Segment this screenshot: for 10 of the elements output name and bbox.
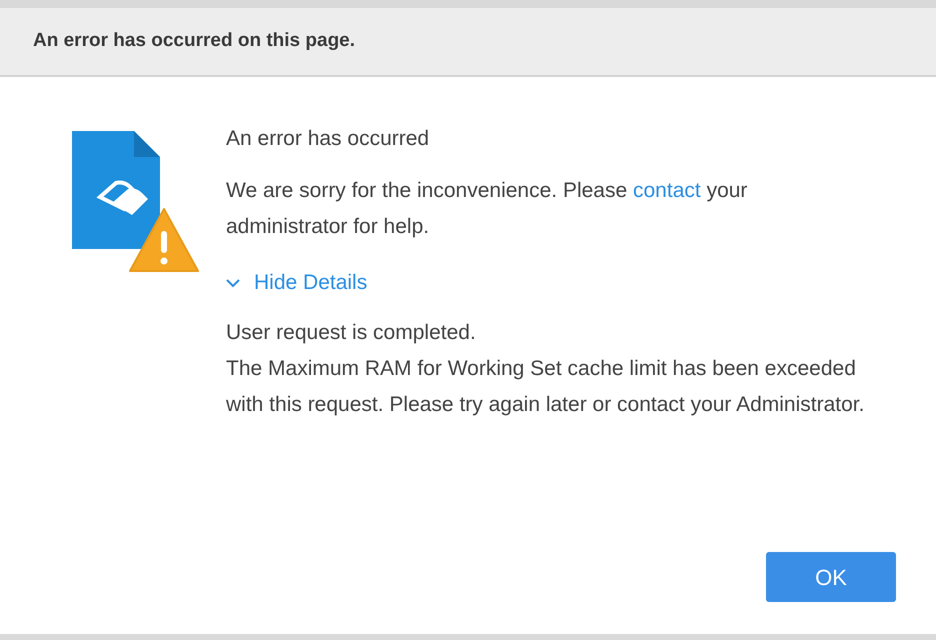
details-toggle[interactable]: Hide Details xyxy=(226,265,368,301)
details-text: User request is completed. xyxy=(226,320,477,346)
error-message: We are sorry for the inconvenience. Please contact your administrator for help. xyxy=(226,178,748,240)
chevron-icon xyxy=(226,278,240,288)
contact-link[interactable]: contact xyxy=(633,179,701,202)
error-heading: An error has occurred xyxy=(226,126,430,152)
dialog-title: An error has occurred on this page. xyxy=(33,29,356,54)
ok-button[interactable]: OK xyxy=(766,552,896,602)
document-warning-icon xyxy=(72,131,200,273)
details-text: The Maximum RAM for Working Set cache limit has been exceeded with this request. Please try again later or contact your Administrator. xyxy=(226,356,866,418)
